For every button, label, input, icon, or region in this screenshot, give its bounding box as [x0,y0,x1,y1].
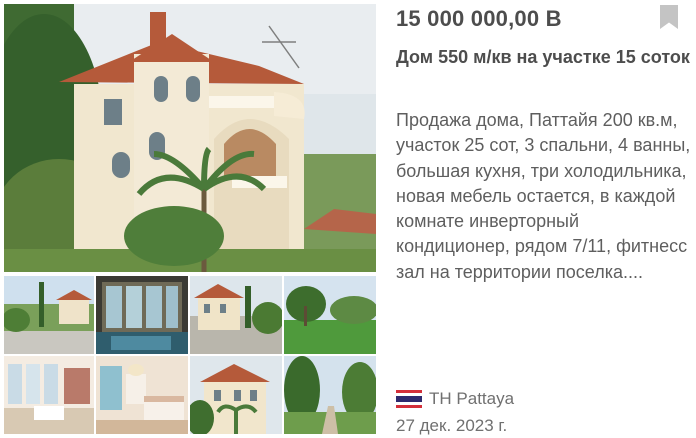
thailand-flag-icon [396,390,422,408]
listing-price: 15 000 000,00 В [396,6,562,31]
listing-location: TH Pattaya [396,388,514,410]
location-city: Pattaya [456,389,515,408]
photo-gallery[interactable] [0,0,380,438]
thumbnail-8[interactable] [284,356,376,434]
thumbnail-5[interactable] [4,356,94,434]
listing-info: 15 000 000,00 В Дом 550 м/кв на участке … [396,0,692,438]
thumbnail-4[interactable] [284,276,376,354]
listing-date: 27 дек. 2023 г. [396,416,508,435]
main-photo[interactable] [4,4,376,272]
thumbnail-1[interactable] [4,276,94,354]
listing-card[interactable]: 15 000 000,00 В Дом 550 м/кв на участке … [0,0,696,438]
thumbnail-7[interactable] [190,356,282,434]
listing-description: Продажа дома, Паттайя 200 кв.м, участок … [396,110,691,282]
location-country-code: TH [429,389,452,408]
listing-title[interactable]: Дом 550 м/кв на участке 15 соток [396,45,690,69]
thumbnail-2[interactable] [96,276,188,354]
thumbnail-3[interactable] [190,276,282,354]
thumbnail-6[interactable] [96,356,188,434]
bookmark-icon[interactable] [658,4,680,30]
